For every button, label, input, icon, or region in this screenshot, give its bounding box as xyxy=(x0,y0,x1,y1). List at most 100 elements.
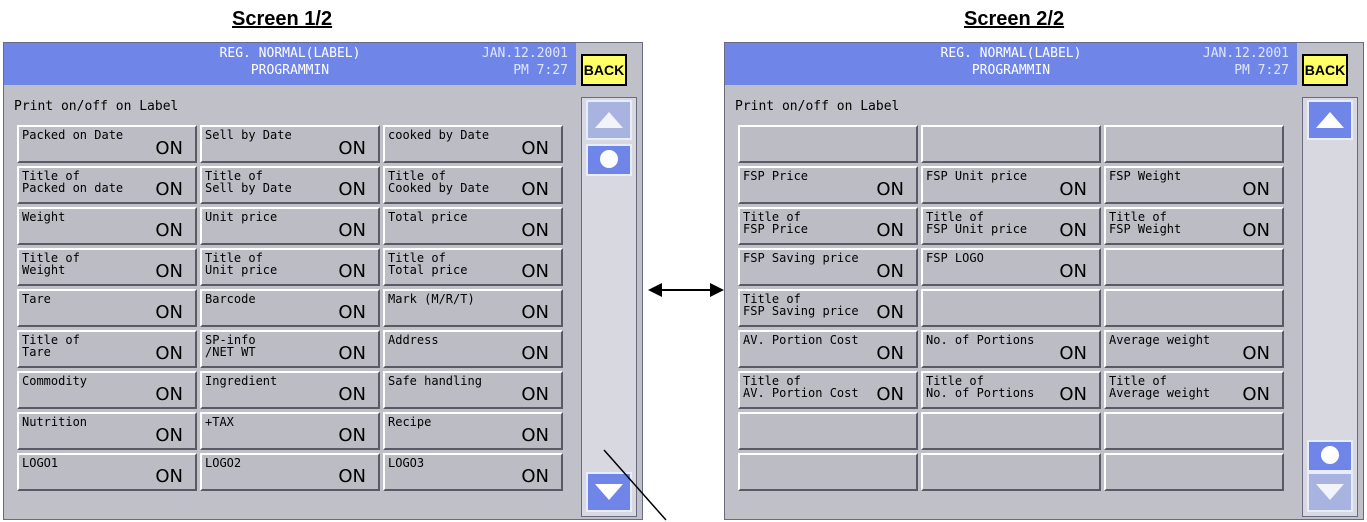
toggle-label: Safe handling xyxy=(388,374,482,388)
toggle-button[interactable]: Barcode ON xyxy=(200,289,380,327)
toggle-state: ON xyxy=(521,466,549,487)
toggle-button[interactable]: Title of FSP Price ON xyxy=(738,207,918,245)
toggle-state: ON xyxy=(1059,179,1087,200)
toggle-state: ON xyxy=(155,179,183,200)
toggle-button[interactable]: Weight ON xyxy=(17,207,197,245)
scroll-thumb[interactable] xyxy=(1307,440,1353,472)
toggle-button[interactable]: Title of Weight ON xyxy=(17,248,197,286)
toggle-button[interactable]: SP-info /NET WT ON xyxy=(200,330,380,368)
toggle-label: Tare xyxy=(22,292,51,306)
toggle-button[interactable]: Title of Packed on date ON xyxy=(17,166,197,204)
toggle-label: Title of Unit price xyxy=(205,251,278,277)
toggle-label: Title of No. of Portions xyxy=(926,374,1035,400)
toggle-button[interactable]: Title of Tare ON xyxy=(17,330,197,368)
toggle-state: ON xyxy=(1242,179,1270,200)
toggle-button[interactable]: Recipe ON xyxy=(383,412,563,450)
toggle-state: ON xyxy=(338,302,366,323)
toggle-button[interactable]: AV. Portion Cost ON xyxy=(738,330,918,368)
toggle-button[interactable]: FSP Unit price ON xyxy=(921,166,1101,204)
toggle-label: AV. Portion Cost xyxy=(743,333,859,347)
toggle-button[interactable]: Safe handling ON xyxy=(383,371,563,409)
toggle-button[interactable] xyxy=(738,125,918,163)
toggle-label: Nutrition xyxy=(22,415,88,429)
toggle-button[interactable]: Tare ON xyxy=(17,289,197,327)
toggle-button[interactable] xyxy=(1104,125,1284,163)
triangle-up-icon xyxy=(1316,112,1344,128)
toggle-state: ON xyxy=(1059,220,1087,241)
toggle-button[interactable]: Average weight ON xyxy=(1104,330,1284,368)
toggle-button[interactable]: Ingredient ON xyxy=(200,371,380,409)
toggle-label: FSP Unit price xyxy=(926,169,1028,183)
toggle-button[interactable]: Nutrition ON xyxy=(17,412,197,450)
toggle-button[interactable]: Title of Unit price ON xyxy=(200,248,380,286)
toggle-button[interactable]: Title of No. of Portions ON xyxy=(921,371,1101,409)
scroll-thumb[interactable] xyxy=(586,144,632,176)
toggle-button[interactable]: Title of Average weight ON xyxy=(1104,371,1284,409)
header-time: PM 7:27 xyxy=(1234,63,1289,78)
toggle-button[interactable]: Title of Total price ON xyxy=(383,248,563,286)
toggle-button[interactable]: Title of FSP Weight ON xyxy=(1104,207,1284,245)
toggle-button[interactable]: Title of FSP Unit price ON xyxy=(921,207,1101,245)
toggle-label: Title of Weight xyxy=(22,251,80,277)
toggle-button[interactable]: LOGO2 ON xyxy=(200,453,380,491)
toggle-label: Title of FSP Weight xyxy=(1109,210,1182,236)
header-date: JAN.12.2001 xyxy=(1202,46,1289,61)
toggle-button[interactable]: Unit price ON xyxy=(200,207,380,245)
toggle-button[interactable]: FSP LOGO ON xyxy=(921,248,1101,286)
toggle-state: ON xyxy=(338,466,366,487)
toggle-button[interactable]: FSP Price ON xyxy=(738,166,918,204)
toggle-label: Packed on Date xyxy=(22,128,124,142)
toggle-state: ON xyxy=(338,138,366,159)
toggle-state: ON xyxy=(1059,261,1087,282)
toggle-button[interactable]: Title of Sell by Date ON xyxy=(200,166,380,204)
toggle-label: cooked by Date xyxy=(388,128,490,142)
back-button[interactable]: BACK xyxy=(581,54,627,86)
toggle-button[interactable]: FSP Saving price ON xyxy=(738,248,918,286)
toggle-state: ON xyxy=(338,343,366,364)
toggle-button[interactable] xyxy=(1104,248,1284,286)
toggle-button[interactable]: Title of AV. Portion Cost ON xyxy=(738,371,918,409)
toggle-label: LOGO3 xyxy=(388,456,425,470)
toggle-button[interactable] xyxy=(1104,453,1284,491)
toggle-state: ON xyxy=(521,179,549,200)
toggle-button[interactable] xyxy=(921,453,1101,491)
toggle-label: Weight xyxy=(22,210,66,224)
toggle-button[interactable] xyxy=(921,125,1101,163)
toggle-button[interactable]: +TAX ON xyxy=(200,412,380,450)
scroll-up-button[interactable] xyxy=(586,100,632,140)
toggle-grid: FSP Price ON FSP Unit price ON FSP Weight ON T… xyxy=(738,125,1284,491)
scroll-up-button[interactable] xyxy=(1307,100,1353,140)
toggle-button[interactable]: Mark (M/R/T) ON xyxy=(383,289,563,327)
toggle-button[interactable]: cooked by Date ON xyxy=(383,125,563,163)
toggle-label: Unit price xyxy=(205,210,278,224)
toggle-button[interactable]: LOGO3 ON xyxy=(383,453,563,491)
toggle-button[interactable]: Address ON xyxy=(383,330,563,368)
toggle-button[interactable] xyxy=(921,289,1101,327)
toggle-button[interactable]: No. of Portions ON xyxy=(921,330,1101,368)
toggle-label: Title of AV. Portion Cost xyxy=(743,374,859,400)
toggle-button[interactable] xyxy=(738,453,918,491)
toggle-button[interactable]: FSP Weight ON xyxy=(1104,166,1284,204)
circle-icon xyxy=(600,150,618,168)
toggle-label: Ingredient xyxy=(205,374,278,388)
scroll-down-button[interactable] xyxy=(1307,472,1353,512)
toggle-label: Barcode xyxy=(205,292,256,306)
toggle-label: Title of Sell by Date xyxy=(205,169,292,195)
toggle-button[interactable]: Total price ON xyxy=(383,207,563,245)
toggle-button[interactable] xyxy=(921,412,1101,450)
toggle-button[interactable] xyxy=(1104,412,1284,450)
toggle-label: Title of Tare xyxy=(22,333,80,359)
toggle-button[interactable] xyxy=(738,412,918,450)
scrollbar[interactable] xyxy=(1302,97,1358,517)
header-date: JAN.12.2001 xyxy=(481,46,568,61)
toggle-button[interactable]: Commodity ON xyxy=(17,371,197,409)
toggle-state: ON xyxy=(1242,343,1270,364)
toggle-button[interactable]: Title of FSP Saving price ON xyxy=(738,289,918,327)
toggle-button[interactable]: LOGO1 ON xyxy=(17,453,197,491)
back-button[interactable]: BACK xyxy=(1302,54,1348,86)
toggle-label: LOGO1 xyxy=(22,456,59,470)
toggle-button[interactable] xyxy=(1104,289,1284,327)
toggle-button[interactable]: Title of Cooked by Date ON xyxy=(383,166,563,204)
toggle-button[interactable]: Sell by Date ON xyxy=(200,125,380,163)
toggle-button[interactable]: Packed on Date ON xyxy=(17,125,197,163)
